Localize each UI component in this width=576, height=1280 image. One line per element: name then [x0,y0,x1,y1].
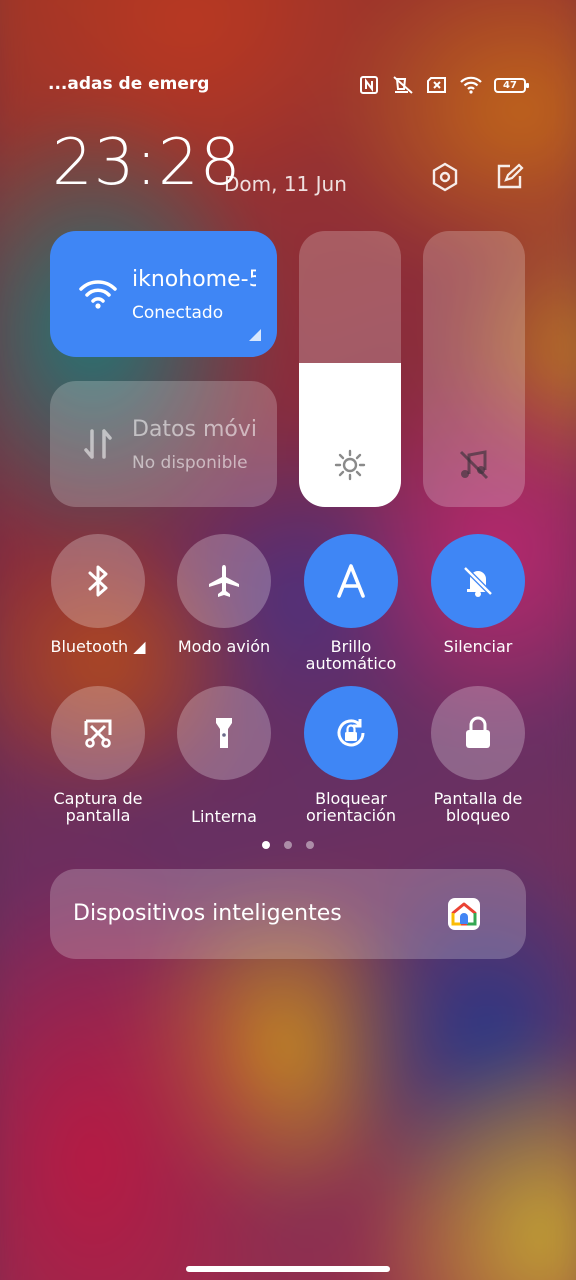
edit-icon[interactable] [492,160,526,194]
music-off-icon [456,447,492,483]
page-dot[interactable] [306,841,314,849]
toggle-silence[interactable]: Silenciar [415,534,541,655]
toggle-flashlight[interactable]: Linterna [161,686,287,825]
sun-icon [332,447,368,483]
toggle-label: Bluetooth ◢ [50,637,146,656]
page-dot-active[interactable] [262,841,270,849]
toggle-label: Pantalla de bloqueo [433,789,523,825]
toggle-auto-brightness[interactable]: Brillo automático [288,534,414,672]
volume-slider[interactable] [423,231,525,507]
toggle-label: Modo avión [177,637,271,656]
status-icons: 47 [358,74,529,96]
toggle-lock-screen[interactable]: Pantalla de bloqueo [415,686,541,824]
wifi-network-name: iknohome-5G [132,267,256,292]
toggle-label: Linterna [191,807,257,826]
clock-date: Dom, 11 Jun [224,172,347,196]
brightness-slider[interactable] [299,231,401,507]
vibrate-off-icon [392,74,414,96]
page-indicator [0,841,576,849]
page-dot[interactable] [284,841,292,849]
bell-off-icon [431,534,525,628]
header-actions [428,160,526,194]
bluetooth-icon [51,534,145,628]
toggle-label: Silenciar [443,637,513,656]
toggle-screenshot[interactable]: Captura de pantalla [35,686,161,824]
battery-icon: 47 [494,77,529,93]
toggle-airplane-mode[interactable]: Modo avión [161,534,287,655]
toggle-bluetooth[interactable]: Bluetooth ◢ [35,534,161,655]
wifi-icon [460,74,482,96]
mobile-data-status: No disponible [132,453,248,473]
brightness-slider-fill [299,363,401,507]
toggle-label: Bloquear orientación [305,789,397,825]
navigation-handle[interactable] [186,1266,390,1272]
lock-icon [431,686,525,780]
wifi-tile[interactable]: iknohome-5G Conectado [50,231,277,357]
battery-level: 47 [503,79,517,91]
flashlight-icon [177,686,271,780]
screenshot-icon [51,686,145,780]
no-sim-icon [426,74,448,96]
smart-devices-label: Dispositivos inteligentes [73,901,342,926]
carrier-text: ...adas de emergencia [48,74,208,94]
airplane-icon [177,534,271,628]
smart-devices-card[interactable]: Dispositivos inteligentes [50,869,526,959]
wifi-status: Conectado [132,303,224,323]
mobile-data-name: Datos móviles [132,417,256,442]
mobile-data-icon [78,427,118,461]
rotation-lock-icon [304,686,398,780]
expand-corner-icon[interactable] [249,329,261,341]
mobile-data-tile[interactable]: Datos móviles No disponible [50,381,277,507]
google-home-icon [448,898,480,930]
toggle-label: Brillo automático [305,637,397,673]
clock-time: 23:28 [52,126,242,200]
toggle-label: Captura de pantalla [53,789,143,825]
toggle-rotation-lock[interactable]: Bloquear orientación [288,686,414,824]
settings-hexagon-icon[interactable] [428,160,462,194]
wifi-icon [78,277,118,311]
status-bar: ...adas de emergencia 47 [0,62,576,106]
auto-brightness-icon [304,534,398,628]
nfc-icon [358,74,380,96]
